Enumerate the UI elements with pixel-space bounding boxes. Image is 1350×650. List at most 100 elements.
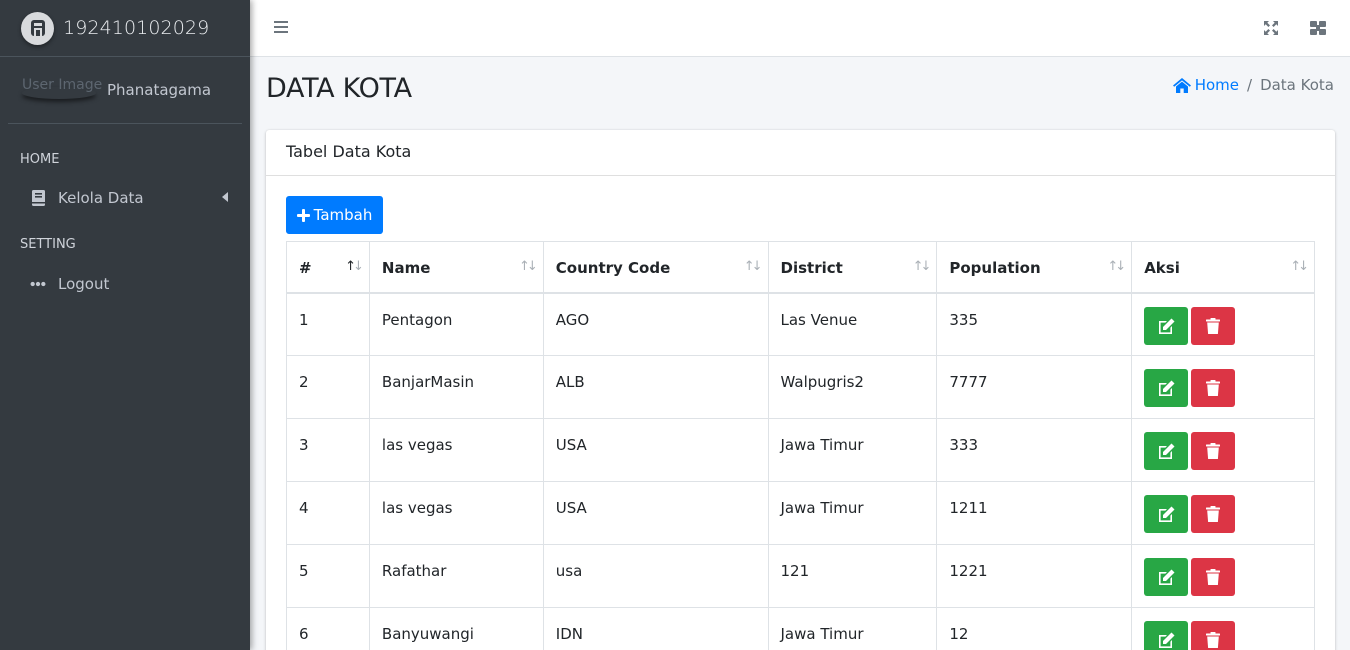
column-header-name[interactable]: Name ↑↓ [368, 241, 544, 294]
cell-district: Jawa Timur [767, 607, 938, 650]
sidebar-item-kelola-data-label: Kelola Data [58, 189, 144, 207]
cell-name: Banyuwangi [368, 607, 544, 650]
cell-country-code: USA [542, 418, 769, 482]
user-avatar: User Image [22, 77, 102, 97]
trash-icon [1206, 380, 1221, 396]
edit-button[interactable] [1144, 369, 1189, 407]
cell-number: 3 [286, 418, 370, 482]
cell-country-code: USA [542, 481, 769, 545]
cell-name: las vegas [368, 418, 544, 482]
brand-link[interactable]: 192410102029 [0, 0, 250, 57]
edit-icon [1159, 380, 1175, 396]
cell-aksi [1131, 418, 1315, 482]
delete-button[interactable] [1191, 621, 1236, 650]
column-header-country-code-label: Country Code [555, 259, 671, 277]
trash-icon [1206, 632, 1221, 648]
cell-number: 5 [286, 544, 370, 608]
table-row: 5 Rafathar usa 121 1221 [286, 544, 1315, 608]
plus-icon [296, 208, 310, 222]
cell-name: Pentagon [368, 292, 544, 356]
cell-aksi [1131, 292, 1315, 356]
breadcrumb-home-label: Home [1194, 76, 1239, 94]
edit-icon [1159, 632, 1175, 648]
cell-number: 1 [286, 292, 370, 356]
delete-button[interactable] [1191, 432, 1236, 470]
table-row: 4 las vegas USA Jawa Timur 1211 [286, 481, 1315, 545]
sidebar-item-logout-label: Logout [58, 275, 110, 293]
sort-icon: ↑↓ [345, 259, 364, 274]
column-header-country-code[interactable]: Country Code ↑↓ [542, 241, 769, 294]
user-panel: User Image Phanatagama [8, 57, 242, 124]
cell-number: 4 [286, 481, 370, 545]
delete-button[interactable] [1191, 495, 1236, 533]
cell-aksi [1131, 481, 1315, 545]
edit-icon [1159, 569, 1175, 585]
delete-button[interactable] [1191, 306, 1236, 345]
chevron-left-icon [222, 192, 228, 202]
cell-district: Walpugris2 [767, 355, 938, 419]
main-sidebar: 192410102029 User Image Phanatagama HOME… [0, 0, 250, 650]
expand-icon[interactable] [1263, 20, 1279, 36]
sort-icon: ↑↓ [1290, 259, 1309, 274]
edit-button[interactable] [1144, 306, 1189, 345]
cell-district: Jawa Timur [767, 418, 938, 482]
brand-logo-icon [21, 11, 54, 45]
cell-aksi [1131, 544, 1315, 608]
breadcrumb: Home / Data Kota [1172, 76, 1334, 94]
column-header-district-label: District [780, 259, 843, 277]
nav-header-setting: SETTING [20, 237, 76, 252]
brand-text: 192410102029 [63, 17, 210, 39]
column-header-population-label: Population [949, 259, 1041, 277]
cell-number: 6 [286, 607, 370, 650]
add-button-label: Tambah [313, 206, 373, 224]
cell-population: 1211 [936, 481, 1133, 545]
column-header-aksi[interactable]: Aksi ↑↓ [1131, 241, 1315, 294]
cell-population: 1221 [936, 544, 1133, 608]
trash-icon [1206, 443, 1221, 459]
table-row: 1 Pentagon AGO Las Venue 335 [286, 292, 1315, 356]
cell-country-code: IDN [542, 607, 769, 650]
table-header-row: # ↑↓ Name ↑↓ Country Code ↑↓ District ↑↓ Pop… [286, 241, 1315, 294]
hamburger-icon[interactable] [274, 21, 288, 33]
breadcrumb-home-link[interactable]: Home [1172, 76, 1239, 94]
cell-district: Las Venue [767, 292, 938, 356]
edit-icon [1159, 506, 1175, 522]
cell-population: 12 [936, 607, 1133, 650]
column-header-population[interactable]: Population ↑↓ [936, 241, 1133, 294]
cell-population: 7777 [936, 355, 1133, 419]
edit-icon [1159, 443, 1175, 459]
edit-button[interactable] [1144, 558, 1189, 596]
column-header-number-label: # [299, 259, 312, 277]
cell-number: 2 [286, 355, 370, 419]
sort-icon: ↑↓ [743, 259, 763, 274]
trash-icon [1206, 569, 1221, 585]
user-image-alt: User Image [22, 77, 103, 93]
trash-icon [1206, 506, 1221, 522]
breadcrumb-current: Data Kota [1260, 76, 1334, 94]
delete-button[interactable] [1191, 558, 1236, 596]
cell-population: 335 [936, 292, 1133, 356]
cell-country-code: usa [542, 544, 769, 608]
edit-button[interactable] [1144, 495, 1189, 533]
cell-population: 333 [936, 418, 1133, 482]
sort-icon: ↑↓ [1107, 259, 1126, 274]
home-icon [1172, 77, 1191, 93]
edit-button[interactable] [1144, 621, 1189, 650]
grid-icon[interactable] [1310, 20, 1326, 36]
page-title: DATA KOTA [266, 73, 412, 104]
ellipsis-icon [30, 276, 46, 292]
sidebar-item-kelola-data[interactable]: Kelola Data [0, 178, 250, 218]
sort-icon: ↑↓ [518, 259, 538, 274]
add-button[interactable]: Tambah [286, 196, 383, 234]
cell-name: las vegas [368, 481, 544, 545]
column-header-district[interactable]: District ↑↓ [767, 241, 938, 294]
edit-button[interactable] [1144, 432, 1189, 470]
cell-aksi [1131, 355, 1315, 419]
delete-button[interactable] [1191, 369, 1236, 407]
cell-name: Rafathar [368, 544, 544, 608]
column-header-number[interactable]: # ↑↓ [286, 241, 370, 294]
user-name-link[interactable]: Phanatagama [107, 81, 211, 99]
edit-icon [1159, 318, 1175, 334]
trash-icon [1206, 317, 1221, 334]
sidebar-item-logout[interactable]: Logout [0, 264, 250, 304]
